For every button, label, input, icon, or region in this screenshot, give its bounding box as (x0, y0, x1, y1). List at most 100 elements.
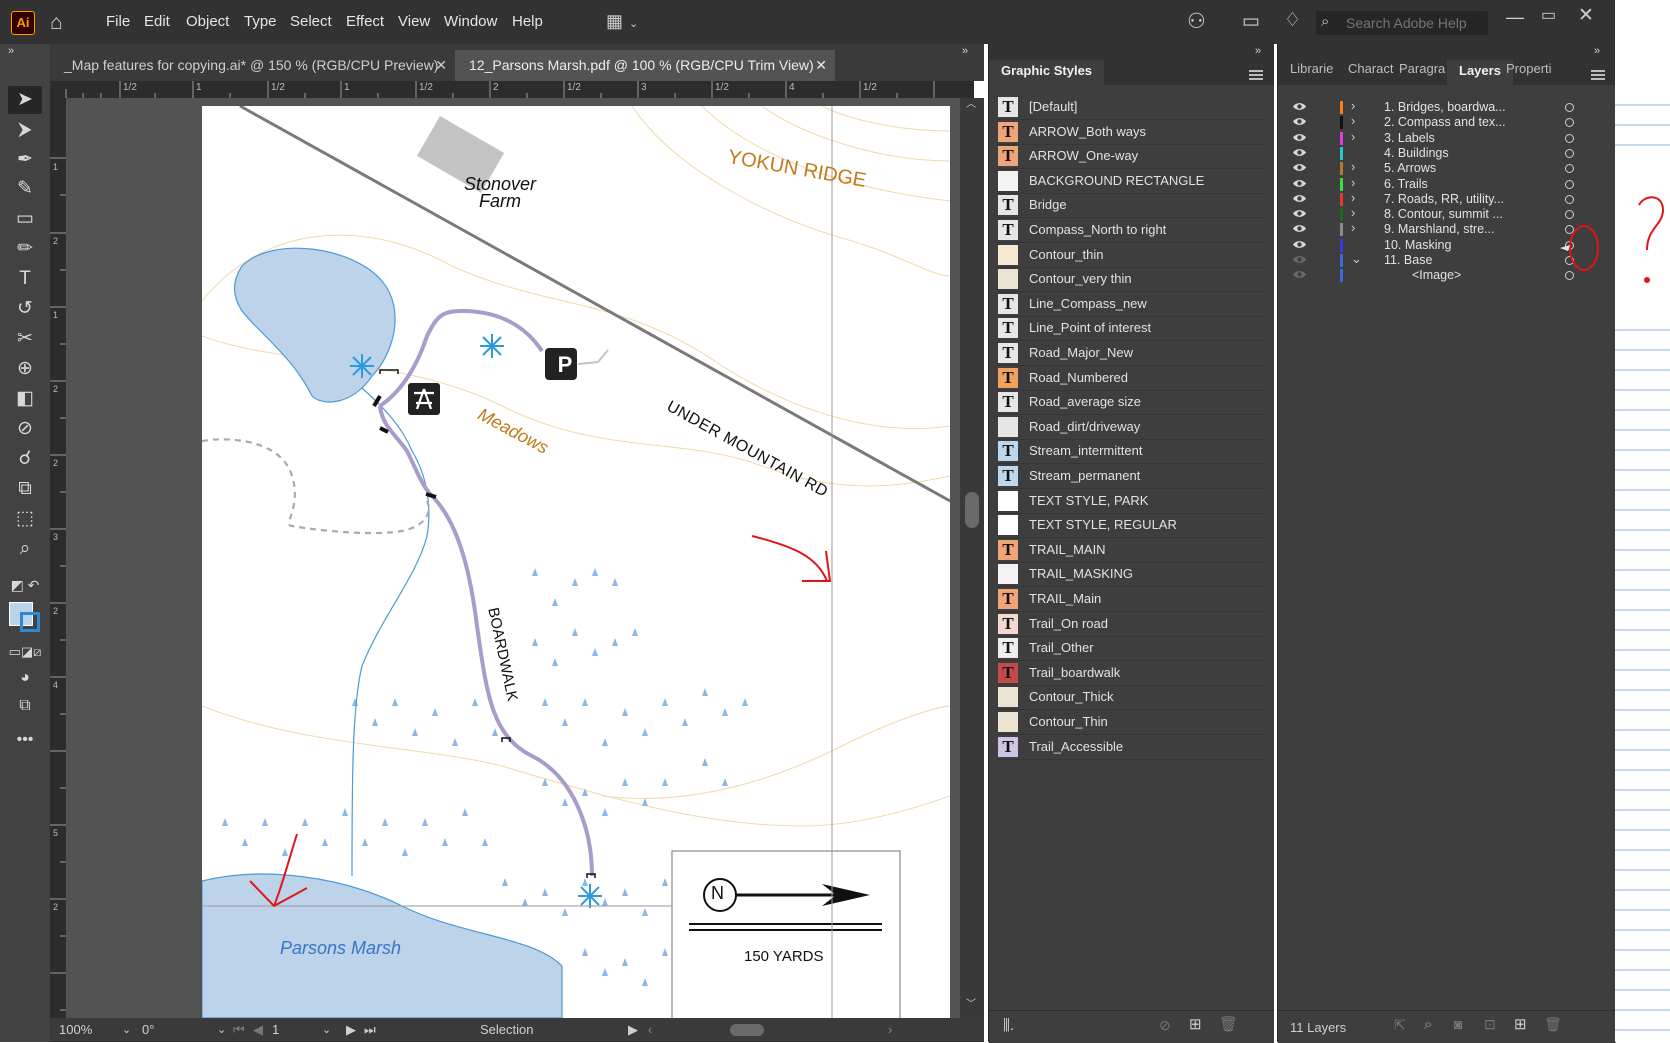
artboard[interactable]: Stonover Farm YOKUN RIDGE Meadows UNDER … (202, 106, 950, 1018)
eyedropper-tool[interactable]: ⊘ (8, 415, 42, 443)
edit-toolbar-icon[interactable]: ••• (8, 726, 42, 754)
share-icon[interactable]: ⚇ (1187, 11, 1206, 32)
vertical-scrollbar[interactable]: ︿ ﹀ (960, 98, 984, 1018)
graphic-style-item[interactable]: T Road_Major_New (997, 341, 1265, 366)
rotation-field[interactable]: 0° (142, 1021, 202, 1039)
visibility-eye-icon[interactable] (1292, 254, 1307, 265)
graphic-style-item[interactable]: T Trail_On road (997, 612, 1265, 637)
zoom-field[interactable]: 100% (59, 1021, 129, 1039)
make-clipping-mask-icon[interactable]: ◙ (1454, 1017, 1462, 1031)
stroke-swatch[interactable] (20, 612, 40, 632)
scissors-tool[interactable]: ✂ (8, 325, 42, 353)
panel-collapse-icon[interactable]: » (962, 46, 968, 57)
layer-row[interactable]: › 2. Compass and tex... (1278, 113, 1603, 131)
status-menu-icon[interactable]: ▶ (628, 1021, 638, 1039)
collapse-icon[interactable]: » (8, 46, 14, 57)
graphic-style-item[interactable]: TRAIL_MASKING (997, 562, 1265, 588)
menu-object[interactable]: Object (186, 13, 229, 30)
target-circle-icon[interactable] (1565, 194, 1574, 204)
chevron-down-icon[interactable]: ⌄ (1351, 251, 1362, 267)
menu-effect[interactable]: Effect (346, 13, 384, 30)
tab-layers[interactable]: Layers (1447, 60, 1513, 85)
graphic-style-item[interactable]: T Stream_intermittent (997, 439, 1265, 465)
horizontal-ruler[interactable]: 1/2 1 1/2 1 1/2 2 1/2 3 1/2 4 1/2 (50, 81, 974, 99)
panel-menu-icon[interactable] (1249, 70, 1263, 72)
tab-character[interactable]: Charact (1348, 58, 1394, 85)
tab-libraries[interactable]: Librarie (1290, 58, 1333, 85)
graphic-style-item[interactable]: T Bridge (997, 193, 1265, 219)
document-tab[interactable]: _Map features for copying.ai* @ 150 % (R… (50, 50, 455, 81)
target-circle-icon[interactable] (1565, 179, 1574, 189)
menu-type[interactable]: Type (244, 13, 277, 30)
layer-row[interactable]: ⌄ 11. Base (1278, 251, 1603, 269)
graphic-style-item[interactable]: Road_dirt/driveway (997, 415, 1265, 440)
menu-select[interactable]: Select (290, 13, 332, 30)
layer-row[interactable]: › 1. Bridges, boardwa... (1278, 98, 1603, 116)
next-artboard-icon[interactable]: ▶ (346, 1021, 356, 1039)
graphic-style-item[interactable]: Contour_thin (997, 243, 1265, 268)
layer-row[interactable]: › 6. Trails (1278, 175, 1603, 193)
visibility-eye-icon[interactable] (1292, 162, 1307, 173)
artboard-number-field[interactable]: 1 (272, 1021, 324, 1039)
type-tool[interactable]: T (8, 265, 42, 293)
search-field[interactable]: ⌕ (1316, 11, 1488, 35)
artboard-dropdown-icon[interactable]: ⌄ (322, 1021, 331, 1039)
layer-row[interactable]: › 7. Roads, RR, utility... (1278, 190, 1603, 208)
graphic-style-item[interactable]: T Trail_Accessible (997, 735, 1265, 760)
graphic-style-item[interactable]: T Compass_North to right (997, 218, 1265, 243)
draw-mode-icon[interactable]: ◕ (8, 664, 42, 692)
new-graphic-style-icon[interactable]: ⊞ (1189, 1017, 1202, 1032)
new-sublayer-icon[interactable]: ⊡ (1484, 1017, 1496, 1031)
panel-collapse-icon[interactable]: » (1594, 46, 1600, 57)
chevron-right-icon[interactable]: › (1351, 129, 1355, 144)
tab-graphic-styles[interactable]: Graphic Styles (989, 60, 1105, 85)
panel-menu-icon[interactable] (1591, 70, 1605, 72)
graphic-style-item[interactable]: T Trail_Other (997, 636, 1265, 662)
graphic-style-item[interactable]: T Road_Numbered (997, 366, 1265, 391)
graphic-style-item[interactable]: TEXT STYLE, REGULAR (997, 513, 1265, 539)
graphic-style-item[interactable]: T ARROW_Both ways (997, 120, 1265, 145)
graphic-style-item[interactable]: T Line_Compass_new (997, 292, 1265, 317)
search-input[interactable] (1344, 13, 1488, 33)
direct-selection-tool[interactable]: ⮞ (8, 116, 42, 144)
break-link-icon[interactable]: ⊘ (1159, 1018, 1171, 1032)
layer-row[interactable]: › 8. Contour, summit ... (1278, 205, 1603, 223)
color-mode-icons[interactable]: ▭◪⧄ (8, 638, 42, 666)
layer-row[interactable]: 10. Masking (1278, 238, 1603, 254)
gradient-tool[interactable]: ◧ (8, 385, 42, 413)
pencil-tool[interactable]: ✏ (8, 235, 42, 263)
curvature-tool[interactable]: ✎ (8, 175, 42, 203)
scroll-up-icon[interactable]: ︿ (966, 100, 976, 110)
target-circle-icon[interactable] (1565, 133, 1574, 143)
current-tool-status[interactable]: Selection (480, 1021, 533, 1039)
graphic-style-item[interactable]: T Line_Point of interest (997, 316, 1265, 342)
menu-file[interactable]: File (106, 13, 130, 30)
swap-fill-stroke-icon[interactable]: ◩ ↶ (8, 571, 42, 599)
export-icon[interactable]: ⇱ (1394, 1018, 1406, 1032)
layer-row[interactable]: › 9. Marshland, stre... (1278, 220, 1603, 238)
scroll-down-icon[interactable]: ﹀ (966, 1000, 976, 1010)
tab-paragraph[interactable]: Paragra (1399, 58, 1445, 85)
graphic-style-libraries-icon[interactable]: ⫼. (1003, 1018, 1014, 1033)
visibility-eye-icon[interactable] (1292, 239, 1307, 250)
hscroll-right-icon[interactable]: › (888, 1021, 892, 1039)
graphic-style-item[interactable]: Contour_Thick (997, 685, 1265, 711)
tab-properties[interactable]: Properti (1506, 58, 1552, 85)
last-artboard-icon[interactable]: ⏭ (364, 1021, 376, 1039)
graphic-style-item[interactable]: T TRAIL_Main (997, 587, 1265, 612)
visibility-eye-icon[interactable] (1292, 208, 1307, 219)
arrange-documents-icon[interactable]: ▭ (1242, 12, 1260, 31)
rotation-dropdown-icon[interactable]: ⌄ (217, 1021, 226, 1039)
panel-collapse-icon[interactable]: » (1255, 46, 1261, 57)
target-circle-icon[interactable] (1565, 118, 1574, 128)
hscroll-left-icon[interactable]: ‹ (648, 1021, 652, 1039)
maximize-icon[interactable]: ▭ (1541, 8, 1556, 24)
close-tab-icon[interactable]: ✕ (815, 50, 827, 80)
rectangle-tool[interactable]: ▭ (8, 205, 42, 233)
visibility-eye-icon[interactable] (1292, 193, 1307, 204)
screen-mode-icon[interactable]: ⧉ (8, 692, 42, 720)
puppet-warp-tool[interactable]: ☌ (8, 445, 42, 473)
horizontal-scrollbar-thumb[interactable] (730, 1024, 764, 1036)
artboard-tool[interactable]: ⬚ (8, 505, 42, 533)
visibility-eye-icon[interactable] (1292, 147, 1307, 158)
